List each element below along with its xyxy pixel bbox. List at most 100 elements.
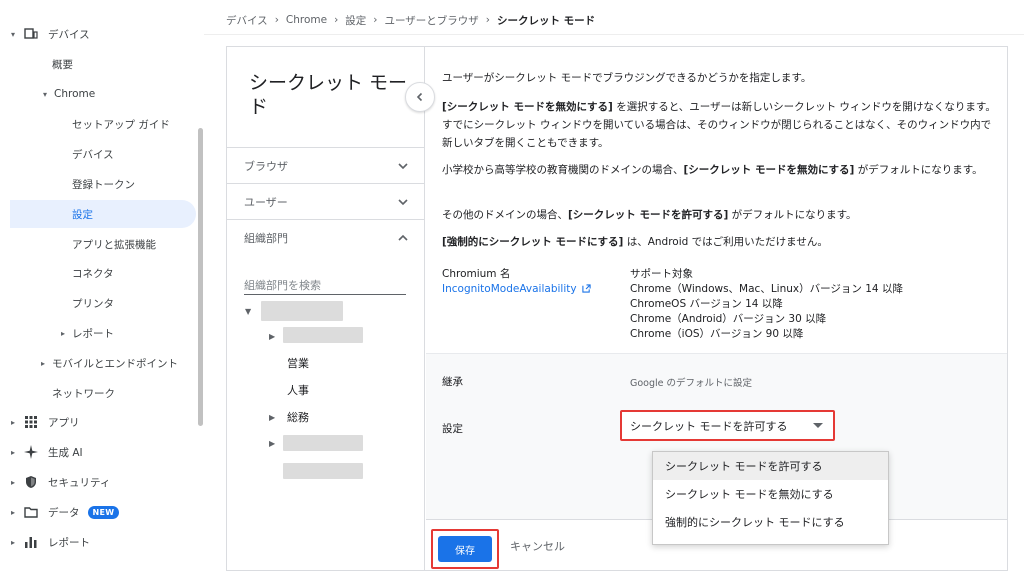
nav-item-data[interactable]: ▸ データ NEW — [0, 498, 196, 526]
chevron-down-icon — [398, 163, 408, 170]
breadcrumb-link[interactable]: 設定 — [345, 13, 366, 28]
nav-label: 登録トークン — [72, 178, 135, 191]
chevron-down-icon — [398, 199, 408, 206]
nav-label: セットアップ ガイド — [72, 118, 170, 131]
nav-item-chrome[interactable]: ▾ Chrome — [0, 80, 196, 108]
inherit-value: Google のデフォルトに設定 — [630, 378, 753, 389]
chevron-up-icon — [398, 234, 408, 241]
setting-label: 設定 — [442, 423, 463, 435]
bold-option-text: [シークレット モードを無効にする] — [683, 164, 855, 176]
nav-item-apps[interactable]: ▸ アプリ — [0, 408, 196, 436]
nav-item-gen-ai[interactable]: ▸ 生成 AI — [0, 438, 196, 466]
external-link-icon — [582, 284, 591, 293]
apps-grid-icon — [24, 415, 38, 429]
org-tree-item[interactable]: 総務 — [287, 406, 309, 428]
save-button[interactable]: 保存 — [438, 536, 492, 562]
nav-label: コネクタ — [72, 267, 114, 280]
option-disable-incognito[interactable]: シークレット モードを無効にする — [653, 480, 888, 508]
nav-label: 生成 AI — [48, 446, 83, 459]
incognito-mode-select[interactable]: シークレット モードを許可する — [620, 410, 835, 441]
org-tree-item[interactable]: 営業 — [287, 352, 309, 374]
policy-paragraph: その他のドメインの場合、[シークレット モードを許可する] がデフォルトになりま… — [442, 206, 998, 224]
chevron-right-icon[interactable]: ▶ — [269, 332, 275, 341]
breadcrumb-separator: › — [334, 14, 339, 26]
nav-label: セキュリティ — [48, 476, 111, 489]
chevron-down-icon[interactable]: ▼ — [245, 307, 251, 316]
nav-item-security[interactable]: ▸ セキュリティ — [0, 468, 196, 496]
side-navigation: ▾ デバイス 概要 ▾ Chrome セットアップ ガイド デバイス 登録トーク… — [0, 0, 204, 573]
dropdown-arrow-icon — [813, 423, 823, 428]
devices-icon — [24, 27, 38, 41]
policy-card: シークレット モード ブラウザ ユーザー 組織部門 組織部門を検索 ▼ ▶ 営業… — [226, 46, 1008, 571]
bold-option-text: [強制的にシークレット モードにする] — [442, 236, 624, 248]
policy-paragraph: [シークレット モードを無効にする] を選択すると、ユーザーは新しいシークレット… — [442, 98, 998, 152]
folder-icon — [24, 505, 38, 519]
nav-item-printers[interactable]: プリンタ — [0, 289, 196, 317]
sparkle-icon — [24, 445, 38, 459]
bar-chart-icon — [24, 535, 38, 549]
policy-paragraph: [強制的にシークレット モードにする] は、Android ではご利用いただけま… — [442, 233, 998, 251]
paragraph-text: その他のドメインの場合、 — [442, 209, 568, 221]
nav-item-chrome-devices[interactable]: デバイス — [0, 140, 196, 168]
nav-item-settings[interactable]: 設定 — [10, 200, 196, 228]
breadcrumb-link[interactable]: Chrome — [286, 14, 327, 26]
nav-scrollbar[interactable] — [198, 128, 203, 426]
nav-label: モバイルとエンドポイント — [52, 357, 178, 370]
nav-item-mobile-endpoints[interactable]: ▸ モバイルとエンドポイント — [0, 349, 196, 377]
inherit-label: 継承 — [442, 376, 463, 388]
org-tree-item[interactable]: 人事 — [287, 379, 309, 401]
chevron-right-icon: ▸ — [10, 417, 15, 427]
shield-icon — [24, 475, 38, 489]
redacted-org-name[interactable] — [283, 327, 363, 343]
nav-item-apps-extensions[interactable]: アプリと拡張機能 — [0, 230, 196, 258]
breadcrumb-separator: › — [485, 14, 490, 26]
section-browser[interactable]: ブラウザ — [227, 147, 424, 183]
breadcrumb-link[interactable]: ユーザーとブラウザ — [384, 13, 478, 28]
incognito-mode-options-menu: シークレット モードを許可する シークレット モードを無効にする 強制的にシーク… — [652, 451, 889, 545]
nav-item-setup-guide[interactable]: セットアップ ガイド — [0, 110, 196, 138]
org-unit-search-input[interactable]: 組織部門を検索 — [244, 273, 406, 295]
breadcrumb: デバイス › Chrome › 設定 › ユーザーとブラウザ › シークレット … — [226, 12, 595, 28]
nav-item-overview[interactable]: 概要 — [0, 50, 196, 78]
option-force-incognito[interactable]: 強制的にシークレット モードにする — [653, 508, 888, 536]
cancel-button[interactable]: キャンセル — [510, 538, 565, 554]
collapse-panel-button[interactable] — [405, 82, 435, 112]
chevron-right-icon: ▸ — [10, 447, 15, 457]
nav-item-network[interactable]: ネットワーク — [0, 379, 196, 407]
nav-label: アプリ — [48, 416, 80, 429]
support-version-line: Chrome（Windows、Mac、Linux）バージョン 14 以降 — [630, 283, 903, 295]
policy-name-text: IncognitoModeAvailability — [442, 283, 577, 295]
nav-item-chrome-reports[interactable]: ▸ レポート — [0, 319, 196, 347]
nav-item-enrollment-tokens[interactable]: 登録トークン — [0, 170, 196, 198]
policy-name-link[interactable]: IncognitoModeAvailability — [442, 283, 591, 295]
paragraph-text: がデフォルトになります。 — [728, 209, 857, 221]
nav-item-devices[interactable]: ▾ デバイス — [0, 20, 196, 48]
chevron-down-icon: ▾ — [42, 89, 47, 99]
chevron-left-icon — [416, 92, 423, 102]
breadcrumb-link[interactable]: デバイス — [226, 13, 268, 28]
section-label: ブラウザ — [244, 159, 288, 173]
page-title: シークレット モード — [249, 72, 408, 118]
support-version-line: Chrome（iOS）バージョン 90 以降 — [630, 328, 804, 340]
redacted-org-name[interactable] — [283, 435, 363, 451]
redacted-org-name[interactable] — [261, 301, 343, 321]
section-org-units[interactable]: 組織部門 — [227, 219, 424, 255]
redacted-org-name[interactable] — [283, 463, 363, 479]
chevron-right-icon[interactable]: ▶ — [269, 439, 275, 448]
nav-item-connectors[interactable]: コネクタ — [0, 259, 196, 287]
select-value: シークレット モードを許可する — [630, 419, 788, 433]
nav-label: 概要 — [52, 58, 73, 71]
chromium-name-label: Chromium 名 — [442, 268, 511, 280]
save-highlight: 保存 — [431, 529, 499, 569]
nav-label: レポート — [72, 327, 114, 340]
option-allow-incognito[interactable]: シークレット モードを許可する — [653, 452, 888, 480]
nav-label: データ — [48, 506, 80, 519]
nav-label: ネットワーク — [52, 387, 115, 400]
paragraph-text: がデフォルトになります。 — [854, 164, 983, 176]
nav-label: Chrome — [54, 88, 96, 100]
chevron-right-icon[interactable]: ▶ — [269, 413, 275, 422]
policy-side-panel: シークレット モード ブラウザ ユーザー 組織部門 組織部門を検索 ▼ ▶ 営業… — [227, 47, 425, 570]
nav-item-reports[interactable]: ▸ レポート — [0, 528, 196, 556]
section-user[interactable]: ユーザー — [227, 183, 424, 219]
new-badge: NEW — [87, 505, 120, 519]
